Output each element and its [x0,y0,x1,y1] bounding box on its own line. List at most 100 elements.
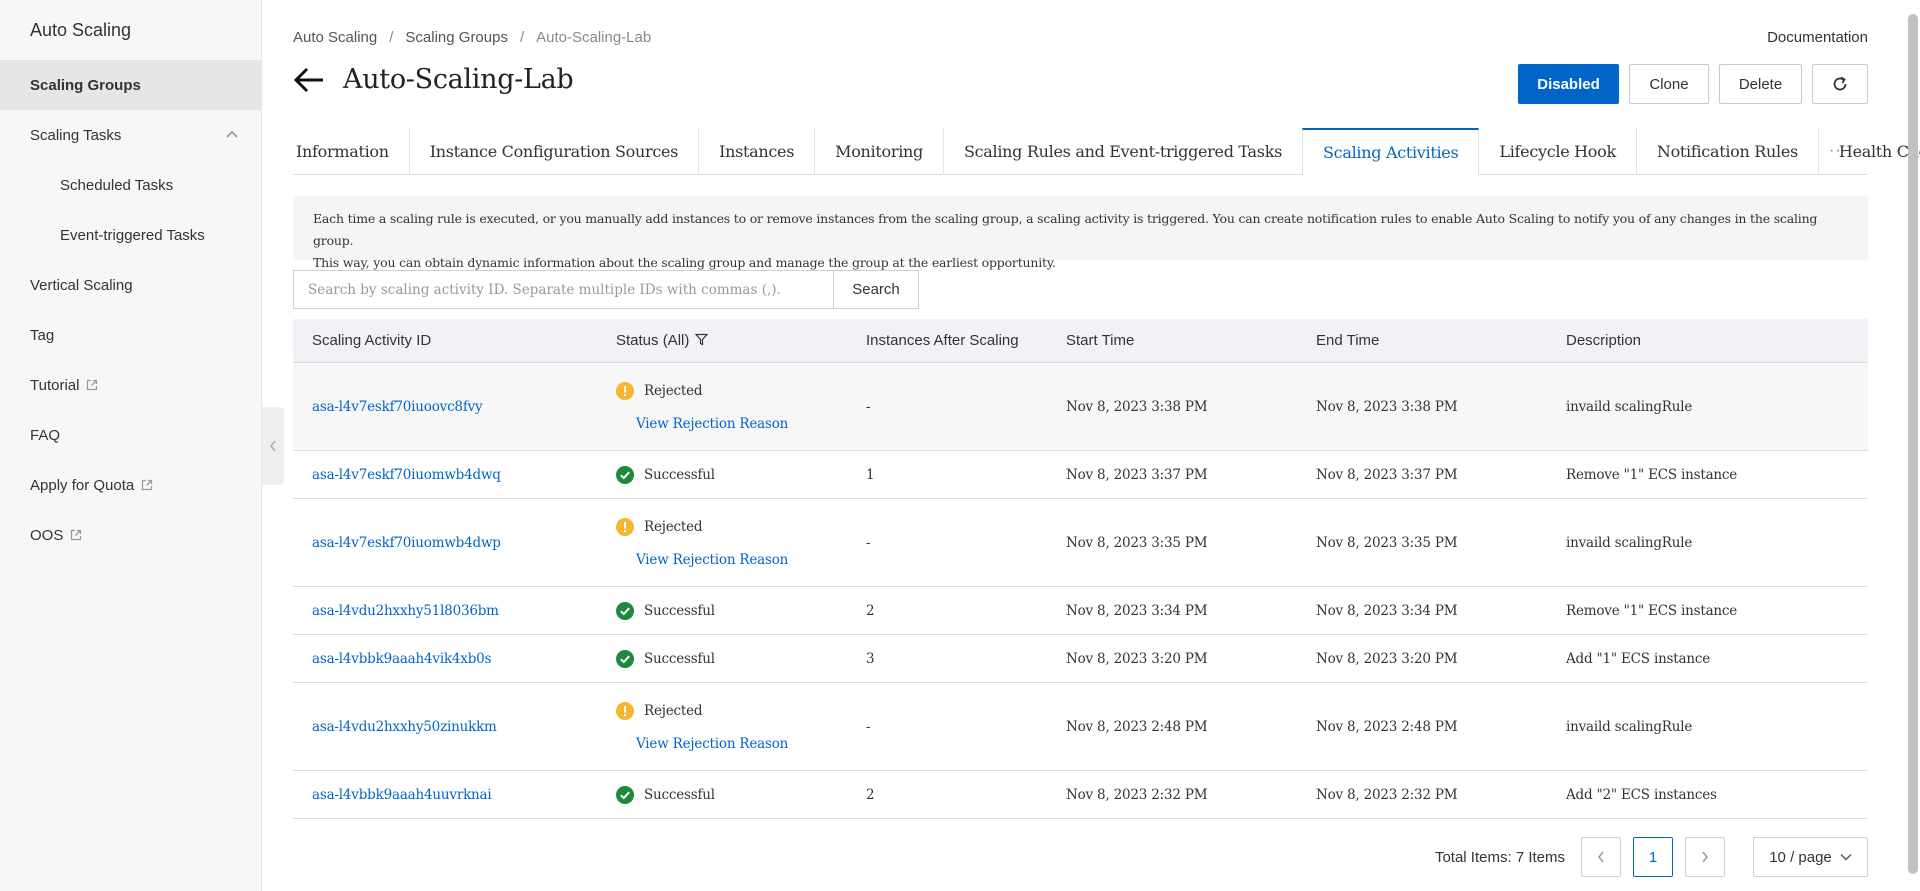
back-arrow-icon[interactable] [293,65,325,95]
sidebar: Auto Scaling Scaling Groups Scaling Task… [0,0,262,891]
start-time: Nov 8, 2023 2:48 PM [1066,718,1208,735]
status-text: Rejected [644,702,703,719]
header-activity-id: Scaling Activity ID [312,332,432,349]
tab-scaling-rules[interactable]: Scaling Rules and Event-triggered Tasks [944,128,1304,175]
tab-monitoring[interactable]: Monitoring [815,128,944,175]
description: invaild scalingRule [1566,718,1693,735]
end-time: Nov 8, 2023 2:48 PM [1316,718,1458,735]
more-tabs-icon[interactable]: ··· [1829,142,1848,160]
breadcrumb-separator: / [519,29,525,46]
table-row: asa-l4vbbk9aaah4uuvrknai Successful 2 No… [293,771,1868,819]
view-rejection-reason-link[interactable]: View Rejection Reason [616,552,847,568]
header-status[interactable]: Status (All) [597,332,847,349]
chevron-down-icon [1840,854,1852,861]
refresh-button[interactable] [1812,64,1868,104]
tab-bar: Information Instance Configuration Sourc… [293,128,1920,175]
activity-id-link[interactable]: asa-l4vbbk9aaah4vik4xb0s [312,651,491,667]
header-start-time: Start Time [1066,332,1135,349]
instances-after-scaling: 3 [866,650,875,667]
tab-notification-rules[interactable]: Notification Rules [1637,128,1819,175]
page-number[interactable]: 1 [1633,837,1673,877]
header-end-time: End Time [1316,332,1380,349]
title-row: Auto-Scaling-Lab [293,64,574,95]
start-time: Nov 8, 2023 3:35 PM [1066,534,1208,551]
filter-icon[interactable] [694,333,708,346]
instances-after-scaling: 2 [866,602,875,619]
activity-id-link[interactable]: asa-l4vbbk9aaah4uuvrknai [312,787,492,803]
description: Remove "1" ECS instance [1566,466,1738,483]
documentation-link[interactable]: Documentation [1767,29,1868,46]
success-check-icon [616,601,634,620]
end-time: Nov 8, 2023 3:38 PM [1316,398,1458,415]
sidebar-item-vertical-scaling[interactable]: Vertical Scaling [0,260,261,310]
prev-page-button[interactable] [1581,837,1621,877]
tab-instances[interactable]: Instances [699,128,816,175]
sidebar-item-tag[interactable]: Tag [0,310,261,360]
page-size-select[interactable]: 10 / page [1753,837,1868,877]
delete-button[interactable]: Delete [1719,64,1802,104]
breadcrumb: Auto Scaling / Scaling Groups / Auto-Scaling… [293,29,651,46]
sidebar-item-label: Apply for Quota [30,476,135,494]
external-link-icon [71,529,82,541]
view-rejection-reason-link[interactable]: View Rejection Reason [616,736,847,752]
status-text: Successful [644,602,715,619]
breadcrumb-separator: / [389,29,394,46]
info-notice: Each time a scaling rule is executed, or… [293,196,1868,270]
activity-id-link[interactable]: asa-l4v7eskf70iuoovc8fvy [312,399,483,415]
table-row: asa-l4vbbk9aaah4vik4xb0s Successful 3 No… [293,635,1868,683]
total-items: Total Items: 7 Items [1434,848,1565,866]
warning-icon [616,381,634,400]
breadcrumb-scaling-groups[interactable]: Scaling Groups [405,29,508,46]
status-badge: Successful [616,785,847,804]
sidebar-item-tutorial[interactable]: Tutorial [0,360,261,410]
tab-information[interactable]: Information [293,128,410,175]
search-button[interactable]: Search [833,270,919,309]
activity-id-link[interactable]: asa-l4v7eskf70iuomwb4dwp [312,535,501,551]
pagination: Total Items: 7 Items 1 10 / page [1435,837,1868,877]
start-time: Nov 8, 2023 3:20 PM [1066,650,1208,667]
refresh-icon [1833,76,1847,91]
search-input[interactable] [293,270,833,309]
action-buttons: Disabled Clone Delete [1518,64,1868,104]
sidebar-item-apply-for-quota[interactable]: Apply for Quota [0,460,261,510]
end-time: Nov 8, 2023 3:20 PM [1316,650,1458,667]
activity-id-link[interactable]: asa-l4vdu2hxxhy50zinukkm [312,719,497,735]
chevron-right-icon [1702,851,1708,863]
tab-scaling-activities[interactable]: Scaling Activities [1302,128,1480,175]
tab-instance-configuration-sources[interactable]: Instance Configuration Sources [410,128,700,175]
breadcrumb-current: Auto-Scaling-Lab [536,29,652,46]
table-row: asa-l4v7eskf70iuoovc8fvy Rejected View R… [293,363,1868,451]
status-text: Rejected [644,382,703,399]
sidebar-item-scaling-tasks[interactable]: Scaling Tasks [0,110,261,160]
sidebar-item-scaling-groups[interactable]: Scaling Groups [0,60,261,110]
description: Remove "1" ECS instance [1566,602,1738,619]
instances-after-scaling: - [866,398,871,415]
sidebar-collapse-button[interactable] [262,407,284,485]
activity-id-link[interactable]: asa-l4v7eskf70iuomwb4dwq [312,467,501,483]
activity-id-link[interactable]: asa-l4vdu2hxxhy51l8036bm [312,603,499,619]
start-time: Nov 8, 2023 3:38 PM [1066,398,1208,415]
view-rejection-reason-link[interactable]: View Rejection Reason [616,416,847,432]
success-check-icon [616,785,634,804]
end-time: Nov 8, 2023 3:35 PM [1316,534,1458,551]
success-check-icon [616,649,634,668]
page-size-value: 10 / page [1769,848,1832,866]
instances-after-scaling: 2 [866,786,875,803]
breadcrumb-auto-scaling[interactable]: Auto Scaling [293,29,377,46]
sidebar-item-event-triggered-tasks[interactable]: Event-triggered Tasks [0,210,261,260]
tab-lifecycle-hook[interactable]: Lifecycle Hook [1479,128,1637,175]
status-badge: Successful [616,601,847,620]
sidebar-item-scheduled-tasks[interactable]: Scheduled Tasks [0,160,261,210]
success-check-icon [616,465,634,484]
instances-after-scaling: - [866,718,871,735]
sidebar-item-oos[interactable]: OOS [0,510,261,560]
clone-button[interactable]: Clone [1629,64,1709,104]
start-time: Nov 8, 2023 2:32 PM [1066,786,1208,803]
table-row: asa-l4v7eskf70iuomwb4dwp Rejected View R… [293,499,1868,587]
page-scrollbar[interactable] [1908,14,1918,874]
disabled-button[interactable]: Disabled [1518,64,1619,104]
search-bar: Search [293,270,919,309]
sidebar-item-label: OOS [30,526,64,544]
sidebar-item-faq[interactable]: FAQ [0,410,261,460]
next-page-button[interactable] [1685,837,1725,877]
